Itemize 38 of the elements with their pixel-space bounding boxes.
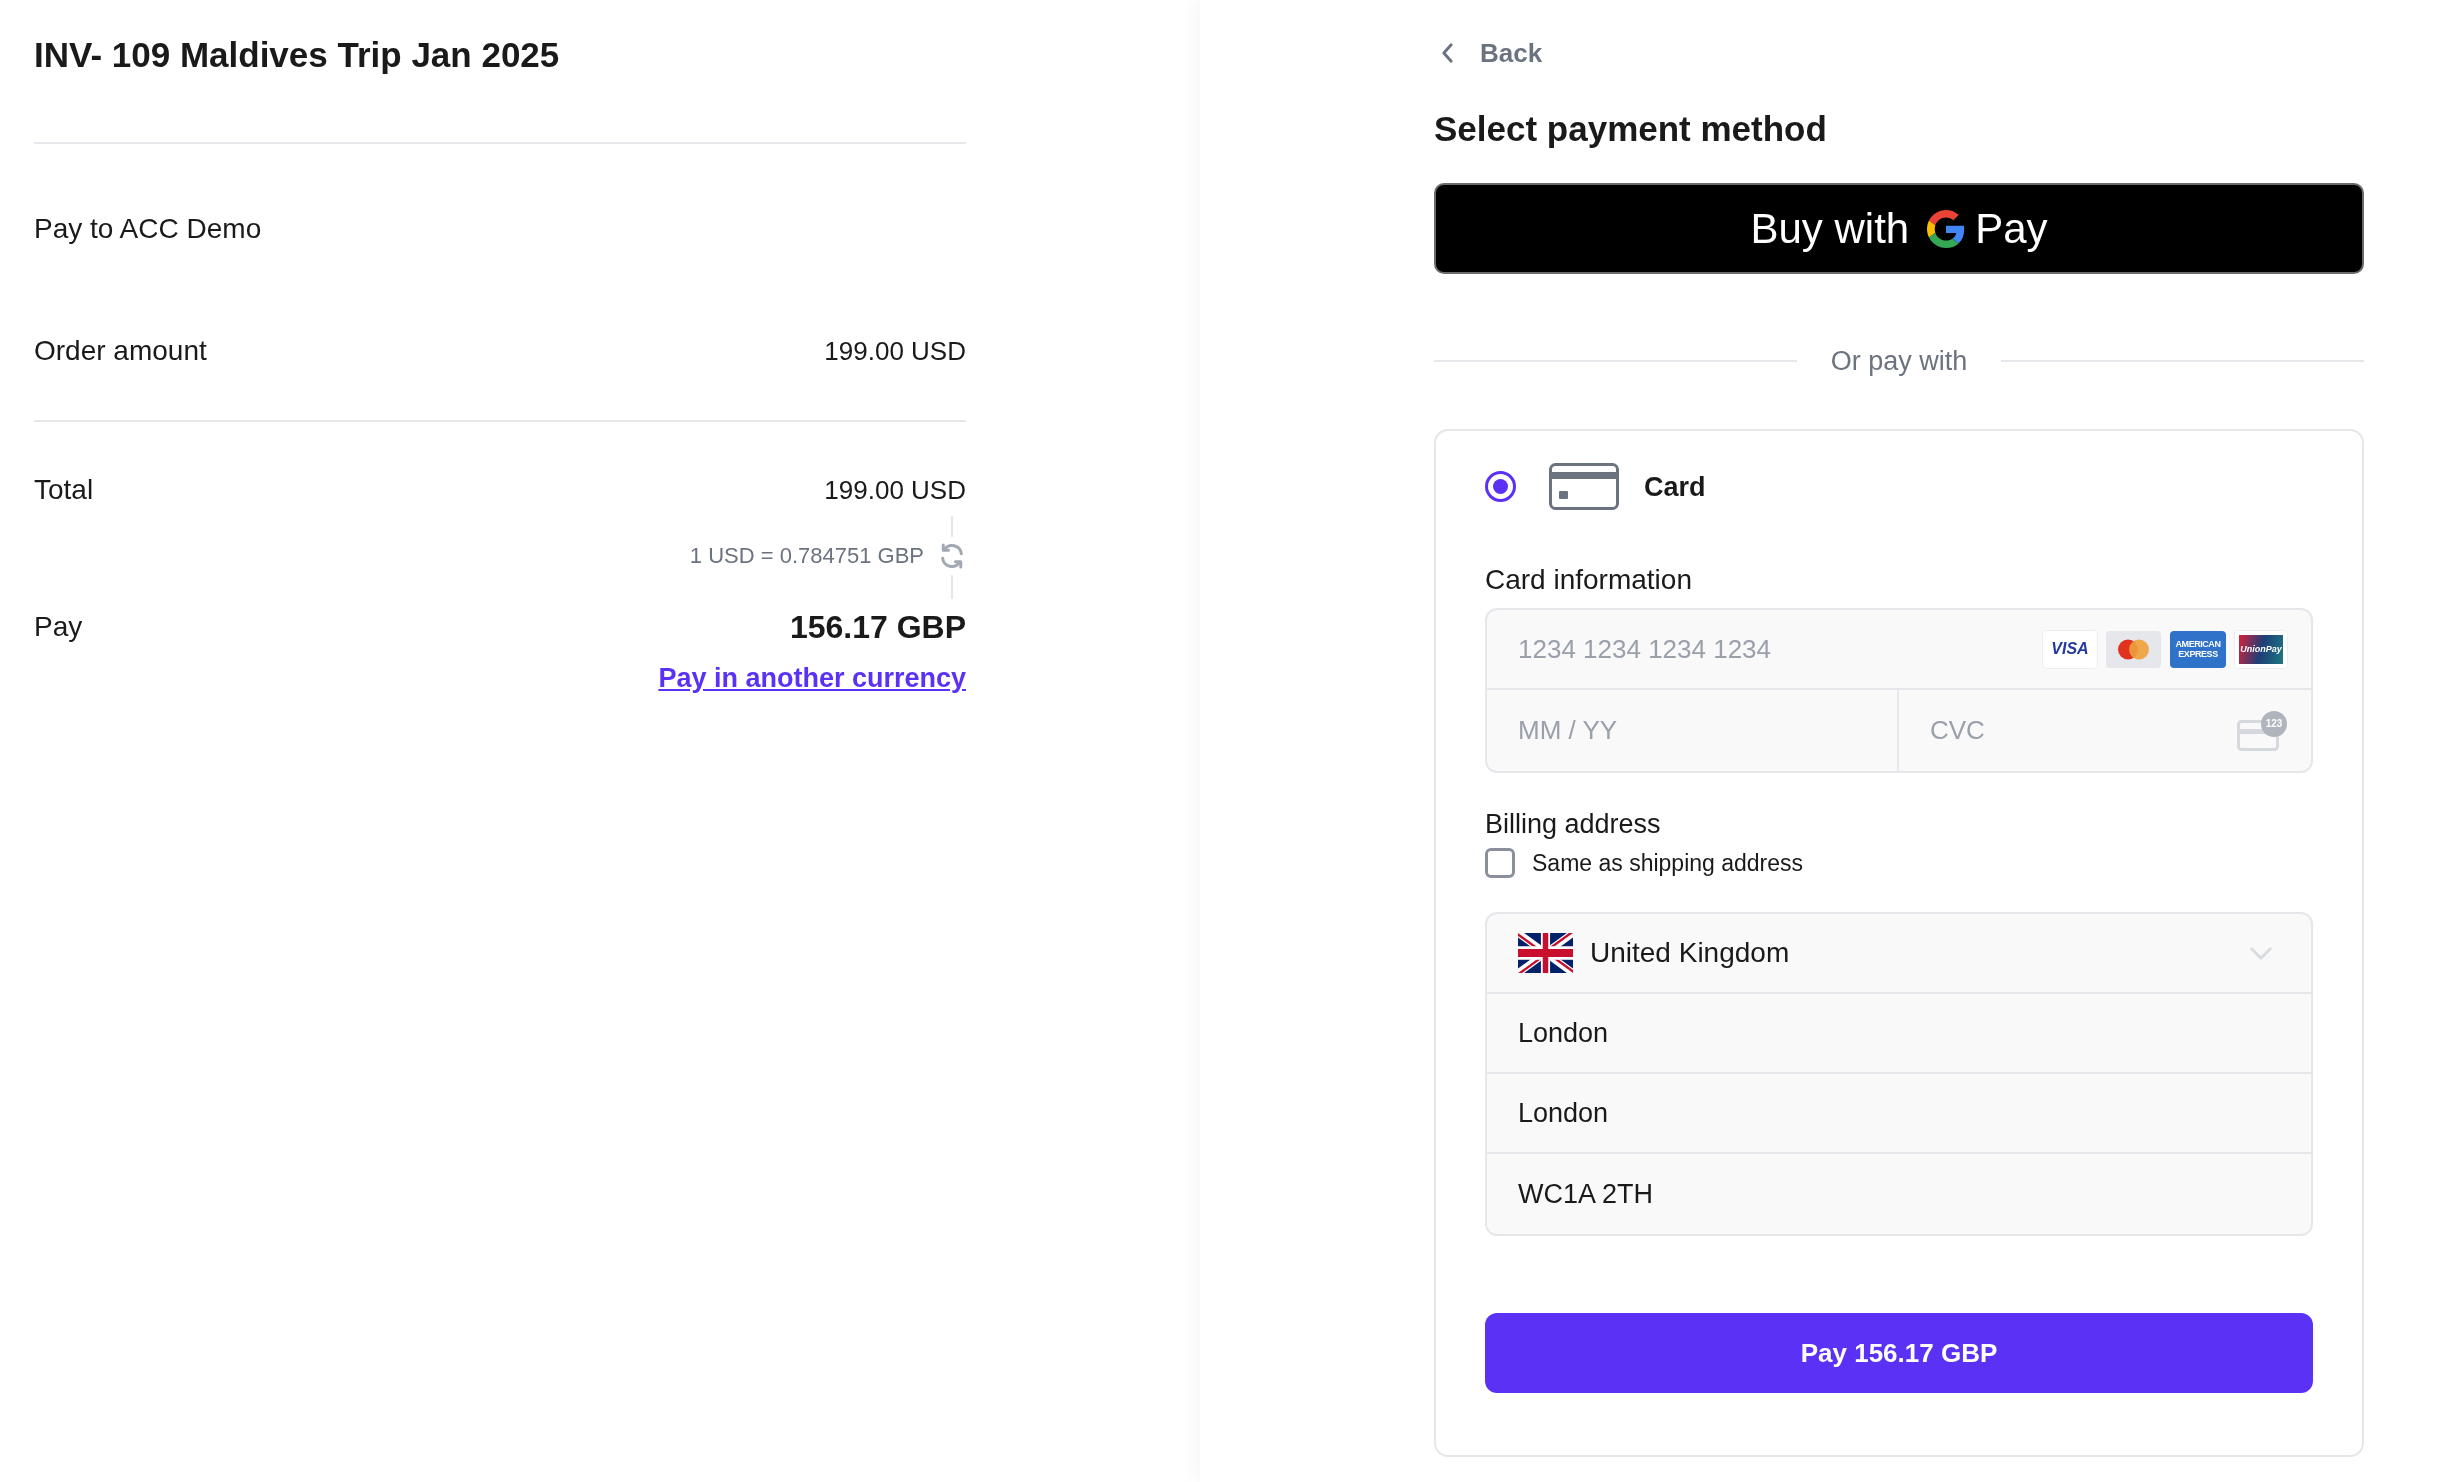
divider-label: Or pay with: [1830, 345, 1968, 377]
card-information-label: Card information: [1485, 564, 1693, 596]
billing-address-label: Billing address: [1485, 808, 1662, 840]
pay-label: Pay: [34, 611, 83, 643]
card-brand-logo: VISA: [2043, 630, 2097, 668]
refresh-icon: [938, 542, 966, 570]
payment-method-label: Card: [1644, 470, 1706, 503]
overlapping-circles-icon: [2106, 630, 2161, 668]
chevron-down-icon: [2249, 946, 2273, 960]
card-brand-logo: AMERICAN EXPRESS: [2170, 630, 2226, 668]
currency-link[interactable]: Pay in another currency: [658, 662, 966, 694]
payee-text: Pay to ACC Demo: [34, 213, 262, 244]
cvc-hint-badge: 123: [2261, 710, 2287, 737]
address-input[interactable]: WC1A 2TH: [1487, 1154, 2311, 1234]
chevron-left-icon: [1441, 42, 1454, 64]
total-label: Total: [34, 474, 94, 506]
expiry-input[interactable]: MM / YY: [1487, 690, 1899, 771]
flag-icon: [1518, 933, 1573, 973]
checkbox[interactable]: [1485, 848, 1515, 878]
google-pay-button[interactable]: Buy with Pay: [1434, 183, 2364, 274]
card-number-input[interactable]: 1234 1234 1234 1234: [1487, 610, 2043, 688]
order-amount-label: Order amount: [34, 335, 207, 367]
back-button[interactable]: Back: [1434, 37, 1543, 69]
pay-button[interactable]: Pay 156.17 GBP: [1485, 1313, 2313, 1393]
exchange-rate-text: 1 USD = 0.784751 GBP: [689, 542, 924, 570]
credit-card-icon: [1549, 463, 1619, 510]
radio-button[interactable]: [1485, 471, 1516, 502]
country-select[interactable]: United Kingdom: [1487, 914, 2311, 994]
cvc-input[interactable]: CVC: [1899, 690, 2237, 771]
total-value: 199.00 USD: [824, 474, 966, 506]
pay-amount: 156.17 GBP: [789, 608, 966, 647]
address-input[interactable]: London: [1487, 994, 2311, 1074]
checkbox-label: Same as shipping address: [1532, 849, 1804, 878]
order-amount-value: 199.00 USD: [824, 335, 966, 367]
address-input[interactable]: London: [1487, 1074, 2311, 1154]
multicolor-g-icon: [1927, 209, 1966, 248]
invoice-title: INV- 109 Maldives Trip Jan 2025: [34, 35, 561, 75]
page-heading: Select payment method: [1434, 109, 1828, 149]
